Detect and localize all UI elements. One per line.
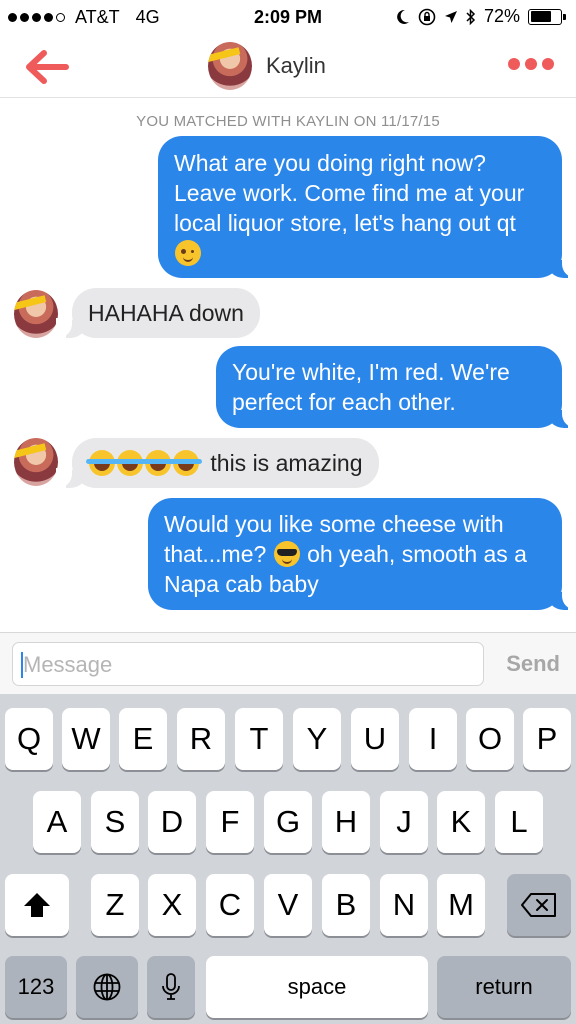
dictation-key[interactable] <box>147 956 195 1018</box>
winking-face-emoji <box>175 240 201 266</box>
message-input[interactable]: Message <box>12 642 484 686</box>
key-i[interactable]: I <box>409 708 457 770</box>
key-m[interactable]: M <box>437 874 485 936</box>
backspace-icon <box>521 893 556 917</box>
key-h[interactable]: H <box>322 791 370 853</box>
message-text: You're white, I'm red. We're perfect for… <box>232 359 510 415</box>
globe-icon <box>93 973 121 1001</box>
message-outgoing[interactable]: What are you doing right now? Leave work… <box>158 136 576 278</box>
key-l[interactable]: L <box>495 791 543 853</box>
key-j[interactable]: J <box>380 791 428 853</box>
composer: Message Send <box>0 632 576 694</box>
message-outgoing[interactable]: Would you like some cheese with that...m… <box>148 498 576 610</box>
keyboard: Q W E R T Y U I O P A S D F G H J K L Z … <box>0 694 576 1024</box>
location-arrow-icon <box>444 10 457 23</box>
battery-percent: 72% <box>483 6 520 26</box>
message-text: this is amazing <box>210 450 363 476</box>
key-w[interactable]: W <box>62 708 110 770</box>
conversation-header: Kaylin <box>0 36 576 98</box>
message-placeholder: Message <box>23 652 113 677</box>
message-text: What are you doing right now? Leave work… <box>174 150 525 236</box>
smiling-face-with-sunglasses-emoji <box>273 541 300 567</box>
rotation-lock-icon <box>418 8 436 25</box>
contact-header[interactable]: Kaylin <box>208 42 326 90</box>
numbers-key[interactable]: 123 <box>5 956 67 1018</box>
key-y[interactable]: Y <box>293 708 341 770</box>
face-with-tears-of-joy-emoji <box>114 450 146 476</box>
key-c[interactable]: C <box>206 874 254 936</box>
message-incoming[interactable]: HAHAHA down <box>56 288 260 338</box>
key-e[interactable]: E <box>119 708 167 770</box>
key-b[interactable]: B <box>322 874 370 936</box>
status-bar: AT&T 4G 2:09 PM 72% <box>0 0 576 36</box>
bluetooth-icon <box>466 8 476 25</box>
key-n[interactable]: N <box>380 874 428 936</box>
key-k[interactable]: K <box>437 791 485 853</box>
key-t[interactable]: T <box>235 708 283 770</box>
message-text: HAHAHA down <box>88 300 244 326</box>
key-a[interactable]: A <box>33 791 81 853</box>
message-incoming[interactable]: this is amazing <box>56 438 379 488</box>
key-f[interactable]: F <box>206 791 254 853</box>
shift-arrow-icon <box>24 893 50 917</box>
avatar[interactable] <box>14 438 58 486</box>
key-x[interactable]: X <box>148 874 196 936</box>
more-dots-icon[interactable] <box>508 58 554 70</box>
face-with-tears-of-joy-emoji <box>170 450 202 476</box>
contact-name: Kaylin <box>266 53 326 78</box>
return-key[interactable]: return <box>437 956 571 1018</box>
key-o[interactable]: O <box>466 708 514 770</box>
key-p[interactable]: P <box>523 708 571 770</box>
key-q[interactable]: Q <box>5 708 53 770</box>
key-g[interactable]: G <box>264 791 312 853</box>
moon-icon <box>397 9 409 24</box>
key-u[interactable]: U <box>351 708 399 770</box>
send-button[interactable]: Send <box>506 651 560 677</box>
key-v[interactable]: V <box>264 874 312 936</box>
face-with-tears-of-joy-emoji <box>86 450 118 476</box>
match-note: YOU MATCHED WITH KAYLIN ON 11/17/15 <box>136 113 440 130</box>
avatar[interactable] <box>14 290 58 338</box>
chat-area[interactable]: YOU MATCHED WITH KAYLIN ON 11/17/15 What… <box>0 98 576 632</box>
microphone-icon <box>162 973 180 1000</box>
key-d[interactable]: D <box>148 791 196 853</box>
shift-key[interactable] <box>5 874 69 936</box>
back-button[interactable] <box>24 50 70 84</box>
key-z[interactable]: Z <box>91 874 139 936</box>
text-caret <box>21 652 23 678</box>
battery-icon <box>528 8 566 25</box>
battery-fill <box>530 11 552 22</box>
key-r[interactable]: R <box>177 708 225 770</box>
space-key[interactable]: space <box>206 956 428 1018</box>
face-with-tears-of-joy-emoji <box>142 450 174 476</box>
status-right: 72% <box>396 6 566 27</box>
avatar[interactable] <box>208 42 252 90</box>
key-s[interactable]: S <box>91 791 139 853</box>
arrow-left-icon <box>26 50 69 84</box>
message-outgoing[interactable]: You're white, I'm red. We're perfect for… <box>216 346 576 428</box>
backspace-key[interactable] <box>507 874 571 936</box>
globe-key[interactable] <box>76 956 138 1018</box>
